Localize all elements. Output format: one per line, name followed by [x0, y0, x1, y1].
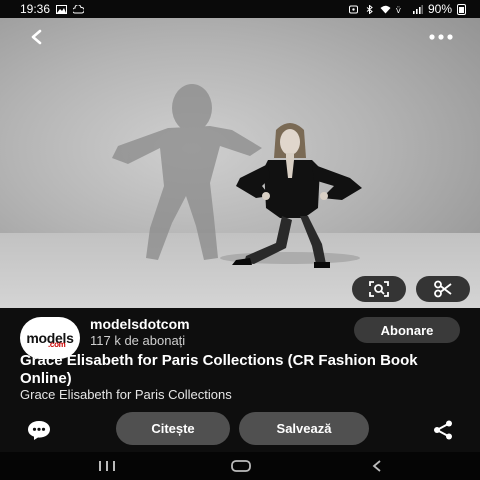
battery-percent: 90%: [427, 2, 452, 16]
status-right: V̈ 90%: [348, 2, 466, 16]
read-button[interactable]: Citește: [116, 412, 230, 445]
wall-shadow: [112, 84, 262, 260]
alarm-icon: [348, 5, 358, 13]
channel-name[interactable]: modelsdotcom: [90, 316, 190, 332]
share-button[interactable]: [430, 419, 456, 441]
image-icon: [56, 4, 68, 14]
scissors-icon: [434, 280, 452, 298]
pin-info-section: models .com modelsdotcom 117 k de abonaț…: [0, 308, 480, 452]
comment-button[interactable]: [26, 419, 52, 441]
recents-icon: [99, 461, 115, 471]
pin-image[interactable]: [0, 18, 480, 308]
more-icon: [429, 34, 453, 40]
comment-icon: [28, 421, 50, 440]
visual-search-button[interactable]: [352, 276, 406, 302]
subscriber-count: 117 k de abonați: [90, 333, 186, 348]
volte-icon: V̈: [396, 6, 401, 13]
home-button[interactable]: [226, 458, 256, 474]
bluetooth-icon: [366, 4, 373, 14]
cloud-icon: [73, 4, 85, 13]
visual-search-icon: [369, 281, 389, 297]
system-back-button[interactable]: [362, 458, 392, 474]
photo-scene: [112, 84, 362, 268]
subscribe-button[interactable]: Abonare: [354, 317, 460, 343]
avatar-logo-sub: .com: [48, 340, 66, 349]
battery-icon: [457, 3, 466, 15]
more-options-button[interactable]: [424, 24, 458, 50]
pin-description: Grace Elisabeth for Paris Collections: [20, 387, 232, 402]
home-icon: [231, 460, 251, 472]
svg-text:V̈: V̈: [396, 6, 401, 13]
wifi-icon: [380, 5, 391, 13]
signal-icon: [412, 4, 423, 14]
status-left: 19:36: [20, 2, 85, 16]
status-bar: 19:36 V̈ 90%: [0, 0, 480, 18]
back-button[interactable]: [20, 24, 54, 50]
save-button[interactable]: Salvează: [239, 412, 369, 445]
share-icon: [434, 420, 452, 440]
pin-title: Grace Elisabeth for Paris Collections (C…: [20, 352, 418, 387]
back-arrow-icon: [31, 29, 42, 45]
system-nav-bar: [0, 452, 480, 480]
system-back-icon: [372, 460, 381, 472]
cut-out-button[interactable]: [416, 276, 470, 302]
recents-button[interactable]: [92, 458, 122, 474]
status-time: 19:36: [20, 2, 51, 16]
action-row: Citește Salvează: [0, 411, 480, 447]
